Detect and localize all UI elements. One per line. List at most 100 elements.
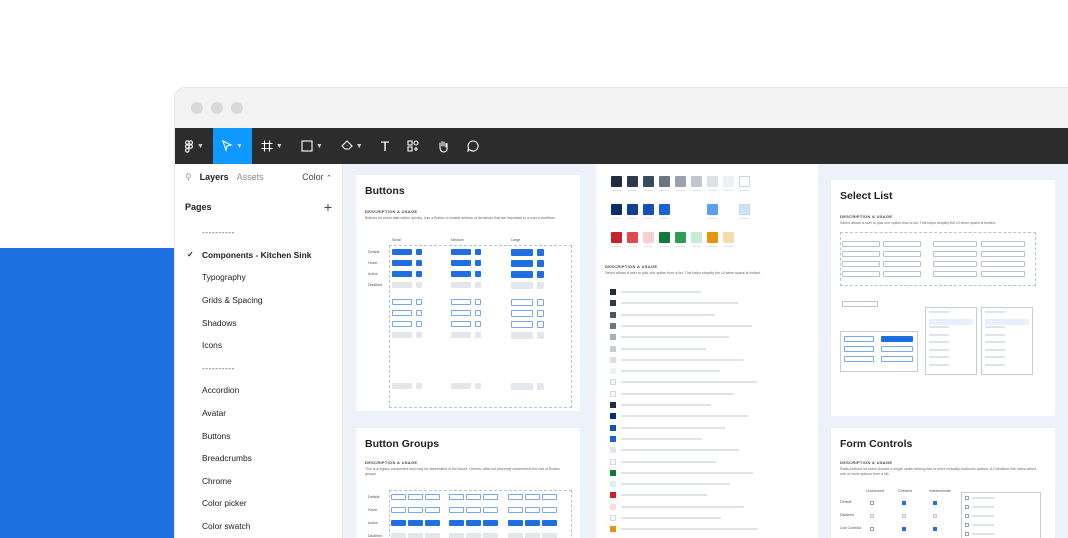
checkbox-sample[interactable] xyxy=(870,501,874,505)
button-group-segment[interactable] xyxy=(508,507,523,513)
button-sample[interactable] xyxy=(511,282,533,289)
button-sample[interactable] xyxy=(511,299,533,306)
window-minimize-dot[interactable] xyxy=(211,102,223,114)
color-swatch[interactable] xyxy=(707,176,718,187)
color-swatch[interactable] xyxy=(627,176,638,187)
button-sample[interactable] xyxy=(451,350,471,356)
button-sample[interactable] xyxy=(451,249,471,255)
select-field-sample[interactable] xyxy=(981,241,1025,247)
checkbox-sample[interactable] xyxy=(933,527,937,531)
select-field-sample[interactable] xyxy=(842,261,880,267)
window-maximize-dot[interactable] xyxy=(231,102,243,114)
button-sample[interactable] xyxy=(392,299,412,305)
checkbox-sample[interactable] xyxy=(870,527,874,531)
checkbox-list-item[interactable] xyxy=(965,496,969,500)
select-field-sample[interactable] xyxy=(883,261,921,267)
icon-button-sample[interactable] xyxy=(475,249,481,255)
icon-button-sample[interactable] xyxy=(537,372,544,379)
checkbox-sample[interactable] xyxy=(902,514,906,518)
button-group-segment[interactable] xyxy=(408,494,423,500)
button-sample[interactable] xyxy=(451,372,471,378)
button-group-segment[interactable] xyxy=(391,494,406,500)
button-group-segment[interactable] xyxy=(425,494,440,500)
checkbox-list-item[interactable] xyxy=(965,514,969,518)
select-field-sample[interactable] xyxy=(933,241,977,247)
icon-button-sample[interactable] xyxy=(416,350,422,356)
button-sample[interactable] xyxy=(392,282,412,288)
select-field-sample[interactable] xyxy=(883,241,921,247)
sidebar-page-item[interactable]: Icons xyxy=(175,334,342,357)
icon-button-sample[interactable] xyxy=(475,282,481,288)
add-page-icon[interactable]: + xyxy=(324,199,332,215)
color-swatch[interactable] xyxy=(611,176,622,187)
icon-button-sample[interactable] xyxy=(416,282,422,288)
icon-button-sample[interactable] xyxy=(416,249,422,255)
dropdown-option[interactable] xyxy=(985,326,1005,328)
dropdown-option[interactable] xyxy=(985,348,1005,351)
button-sample[interactable] xyxy=(451,271,471,277)
select-option-highlighted[interactable] xyxy=(881,346,913,352)
components-tool-button[interactable] xyxy=(398,128,428,164)
icon-button-sample[interactable] xyxy=(416,310,422,316)
move-tool-button[interactable]: ▼ xyxy=(212,128,252,164)
sidebar-page-item[interactable]: Color picker xyxy=(175,492,342,515)
dropdown-option[interactable] xyxy=(929,356,949,358)
button-group-segment[interactable] xyxy=(542,494,557,500)
sidebar-page-item[interactable]: Grids & Spacing xyxy=(175,289,342,312)
button-group-segment[interactable] xyxy=(525,533,540,538)
color-swatch[interactable] xyxy=(723,176,734,187)
select-field-sample[interactable] xyxy=(933,261,977,267)
color-swatch[interactable] xyxy=(675,176,686,187)
dropdown-option[interactable] xyxy=(929,341,949,343)
icon-button-sample[interactable] xyxy=(537,350,544,357)
icon-button-sample[interactable] xyxy=(475,350,481,356)
page-separator[interactable]: ---------- xyxy=(175,357,342,380)
sidebar-page-item[interactable]: Breadcrumbs xyxy=(175,447,342,470)
color-swatch[interactable] xyxy=(707,232,718,243)
select-option-small[interactable] xyxy=(844,336,874,342)
button-sample[interactable] xyxy=(451,383,471,389)
colors-card[interactable]: DESCRIPTION & USAGE Select allows a user… xyxy=(596,164,818,538)
dropdown-option[interactable] xyxy=(929,311,949,313)
select-list-card[interactable]: Select List DESCRIPTION & USAGE Select a… xyxy=(831,180,1055,416)
icon-button-sample[interactable] xyxy=(537,383,544,390)
button-group-segment[interactable] xyxy=(449,520,464,526)
icon-button-sample[interactable] xyxy=(537,249,544,256)
icon-button-sample[interactable] xyxy=(475,332,481,338)
dropdown-option[interactable] xyxy=(929,318,973,325)
button-group-segment[interactable] xyxy=(425,533,440,538)
button-sample[interactable] xyxy=(511,310,533,317)
color-swatch[interactable] xyxy=(659,232,670,243)
icon-button-sample[interactable] xyxy=(537,282,544,289)
button-sample[interactable] xyxy=(511,260,533,267)
page-separator[interactable]: ---------- xyxy=(175,221,342,244)
checkbox-list-item[interactable] xyxy=(965,532,969,536)
dropdown-option[interactable] xyxy=(929,326,949,328)
comment-tool-button[interactable] xyxy=(458,128,488,164)
icon-button-sample[interactable] xyxy=(537,361,544,368)
icon-button-sample[interactable] xyxy=(416,321,422,327)
button-group-segment[interactable] xyxy=(466,494,481,500)
button-group-segment[interactable] xyxy=(466,533,481,538)
button-sample[interactable] xyxy=(511,321,533,328)
button-sample[interactable] xyxy=(392,271,412,277)
select-field-sample[interactable] xyxy=(883,271,921,277)
button-group-segment[interactable] xyxy=(508,494,523,500)
dropdown-option[interactable] xyxy=(985,311,1005,313)
icon-button-sample[interactable] xyxy=(537,310,544,317)
button-group-segment[interactable] xyxy=(466,507,481,513)
color-swatch[interactable] xyxy=(659,176,670,187)
button-sample[interactable] xyxy=(451,321,471,327)
button-group-segment[interactable] xyxy=(542,520,557,526)
icon-button-sample[interactable] xyxy=(475,260,481,266)
button-group-segment[interactable] xyxy=(449,533,464,538)
select-option-small[interactable] xyxy=(844,356,874,362)
sidebar-page-item[interactable]: Chrome xyxy=(175,470,342,493)
dropdown-option[interactable] xyxy=(985,318,1029,325)
sidebar-page-item[interactable]: Accordion xyxy=(175,379,342,402)
icon-button-sample[interactable] xyxy=(416,271,422,277)
button-group-segment[interactable] xyxy=(542,507,557,513)
sidebar-page-item[interactable]: Color swatch xyxy=(175,515,342,538)
button-group-segment[interactable] xyxy=(508,520,523,526)
button-sample[interactable] xyxy=(511,350,533,357)
